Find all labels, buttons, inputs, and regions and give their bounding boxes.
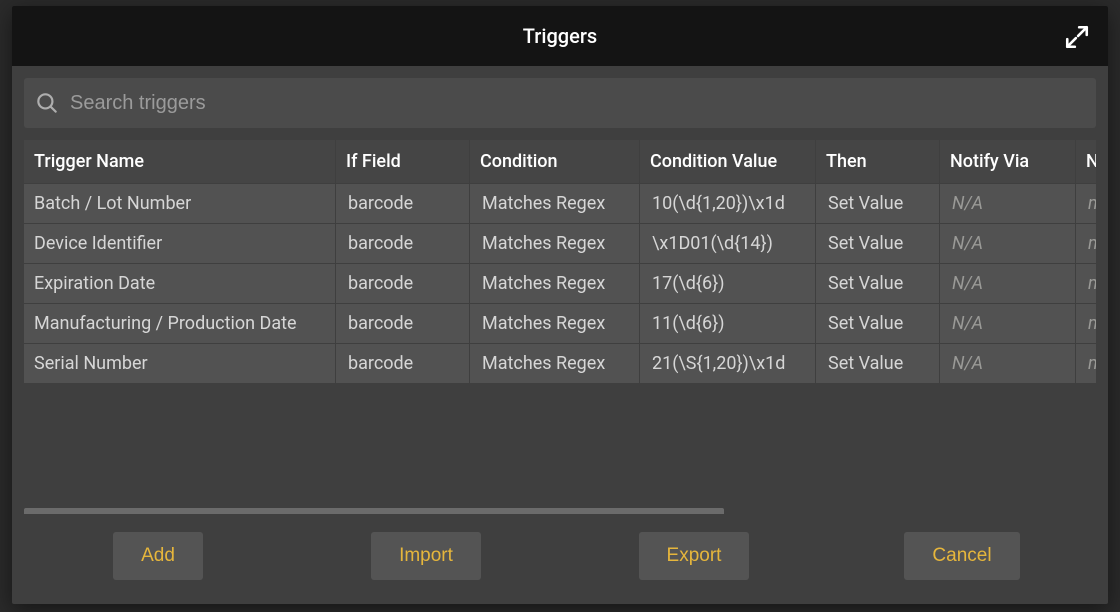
search-input[interactable] (70, 92, 1086, 115)
cell-next[interactable]: n/ (1076, 304, 1096, 344)
cell-next[interactable]: n/ (1076, 224, 1096, 264)
cell-if-field[interactable]: barcode (336, 344, 470, 384)
col-header-notify-via[interactable]: Notify Via (940, 140, 1076, 184)
cell-next[interactable]: n/ (1076, 264, 1096, 304)
cancel-button[interactable]: Cancel (904, 532, 1019, 580)
cell-if-field[interactable]: barcode (336, 304, 470, 344)
table-row[interactable]: Batch / Lot Number (24, 184, 336, 224)
add-button[interactable]: Add (113, 532, 203, 580)
col-header-next[interactable]: No (1076, 140, 1096, 184)
search-icon (34, 90, 60, 116)
table-row[interactable]: Serial Number (24, 344, 336, 384)
cell-notify-via[interactable]: N/A (940, 304, 1076, 344)
search-bar[interactable] (24, 78, 1096, 128)
cell-cond-value[interactable]: \x1D01(\d{14}) (640, 224, 816, 264)
dialog-titlebar: Triggers (12, 6, 1108, 66)
import-button[interactable]: Import (371, 532, 481, 580)
dialog-body: Trigger Name If Field Condition Conditio… (12, 66, 1108, 604)
expand-icon[interactable] (1064, 24, 1090, 50)
triggers-grid: Trigger Name If Field Condition Conditio… (24, 140, 1096, 384)
cell-notify-via[interactable]: N/A (940, 224, 1076, 264)
cell-condition[interactable]: Matches Regex (470, 224, 640, 264)
cell-if-field[interactable]: barcode (336, 264, 470, 304)
cell-cond-value[interactable]: 10(\d{1,20})\x1d (640, 184, 816, 224)
col-header-then[interactable]: Then (816, 140, 940, 184)
cell-condition[interactable]: Matches Regex (470, 344, 640, 384)
cell-then[interactable]: Set Value (816, 224, 940, 264)
cell-next[interactable]: n/ (1076, 344, 1096, 384)
table-row[interactable]: Manufacturing / Production Date (24, 304, 336, 344)
dialog-title: Triggers (523, 24, 597, 48)
col-header-if-field[interactable]: If Field (336, 140, 470, 184)
col-header-cond-value[interactable]: Condition Value (640, 140, 816, 184)
cell-if-field[interactable]: barcode (336, 224, 470, 264)
cell-cond-value[interactable]: 11(\d{6}) (640, 304, 816, 344)
cell-condition[interactable]: Matches Regex (470, 304, 640, 344)
cell-condition[interactable]: Matches Regex (470, 184, 640, 224)
dialog-button-row: Add Import Export Cancel (24, 514, 1096, 604)
cell-then[interactable]: Set Value (816, 304, 940, 344)
table-row[interactable]: Expiration Date (24, 264, 336, 304)
cell-then[interactable]: Set Value (816, 264, 940, 304)
col-header-condition[interactable]: Condition (470, 140, 640, 184)
cell-notify-via[interactable]: N/A (940, 344, 1076, 384)
cell-if-field[interactable]: barcode (336, 184, 470, 224)
cell-then[interactable]: Set Value (816, 344, 940, 384)
cell-cond-value[interactable]: 21(\S{1,20})\x1d (640, 344, 816, 384)
col-header-name[interactable]: Trigger Name (24, 140, 336, 184)
cell-then[interactable]: Set Value (816, 184, 940, 224)
export-button[interactable]: Export (639, 532, 750, 580)
table-row[interactable]: Device Identifier (24, 224, 336, 264)
cell-notify-via[interactable]: N/A (940, 184, 1076, 224)
cell-notify-via[interactable]: N/A (940, 264, 1076, 304)
cell-next[interactable]: n/ (1076, 184, 1096, 224)
triggers-dialog: Triggers Trigger Name If F (12, 6, 1108, 604)
cell-condition[interactable]: Matches Regex (470, 264, 640, 304)
triggers-table: Trigger Name If Field Condition Conditio… (24, 140, 1096, 514)
horizontal-scrollbar-thumb[interactable] (24, 508, 724, 514)
horizontal-scrollbar[interactable] (24, 508, 1096, 514)
cell-cond-value[interactable]: 17(\d{6}) (640, 264, 816, 304)
